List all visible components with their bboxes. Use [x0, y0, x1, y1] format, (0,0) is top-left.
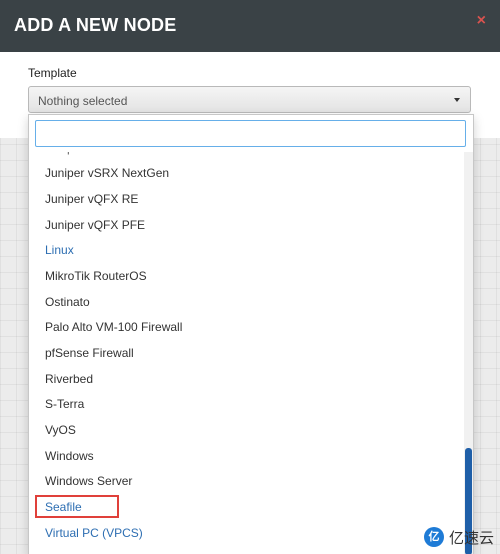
template-search-input[interactable]: [35, 120, 466, 147]
chevron-down-icon: [454, 98, 460, 102]
modal-title: ADD A NEW NODE: [14, 15, 177, 35]
option-riverbed[interactable]: Riverbed: [29, 367, 465, 392]
option-juniper-vsrx-nextgen[interactable]: Juniper vSRX NextGen: [29, 161, 465, 186]
template-select[interactable]: Nothing selected: [28, 86, 471, 113]
option-seafile[interactable]: Seafile: [29, 495, 465, 520]
option-vyos[interactable]: VyOS: [29, 418, 465, 443]
watermark: 亿 亿速云: [423, 526, 494, 548]
option-juniper-vqfx-re[interactable]: Juniper vQFX RE: [29, 187, 465, 212]
modal-header: ADD A NEW NODE ×: [0, 0, 500, 52]
option-virtual-pc-vpcs[interactable]: Virtual PC (VPCS): [29, 521, 465, 546]
option-juniper-vqfx-pfe[interactable]: Juniper vQFX PFE: [29, 213, 465, 238]
option-mikrotik-routeros[interactable]: MikroTik RouterOS: [29, 264, 465, 289]
watermark-text: 亿速云: [448, 528, 494, 547]
option-linux[interactable]: Linux: [29, 238, 465, 263]
option-pfsense-firewall[interactable]: pfSense Firewall: [29, 341, 465, 366]
template-options-list: Juniper vSRX Juniper vSRX NextGen Junipe…: [29, 152, 465, 554]
template-dropdown: Juniper vSRX Juniper vSRX NextGen Junipe…: [28, 114, 474, 554]
template-select-value: Nothing selected: [38, 94, 128, 108]
dropdown-scrollbar[interactable]: [464, 152, 473, 554]
option-ostinato[interactable]: Ostinato: [29, 290, 465, 315]
option-s-terra[interactable]: S-Terra: [29, 392, 465, 417]
option-windows[interactable]: Windows: [29, 444, 465, 469]
option-windows-server[interactable]: Windows Server: [29, 469, 465, 494]
option-partial[interactable]: Juniper vSRX: [29, 152, 465, 161]
option-palo-alto[interactable]: Palo Alto VM-100 Firewall: [29, 315, 465, 340]
template-label: Template: [28, 66, 77, 80]
close-icon[interactable]: ×: [477, 12, 486, 30]
watermark-logo-icon: 亿: [423, 527, 444, 547]
